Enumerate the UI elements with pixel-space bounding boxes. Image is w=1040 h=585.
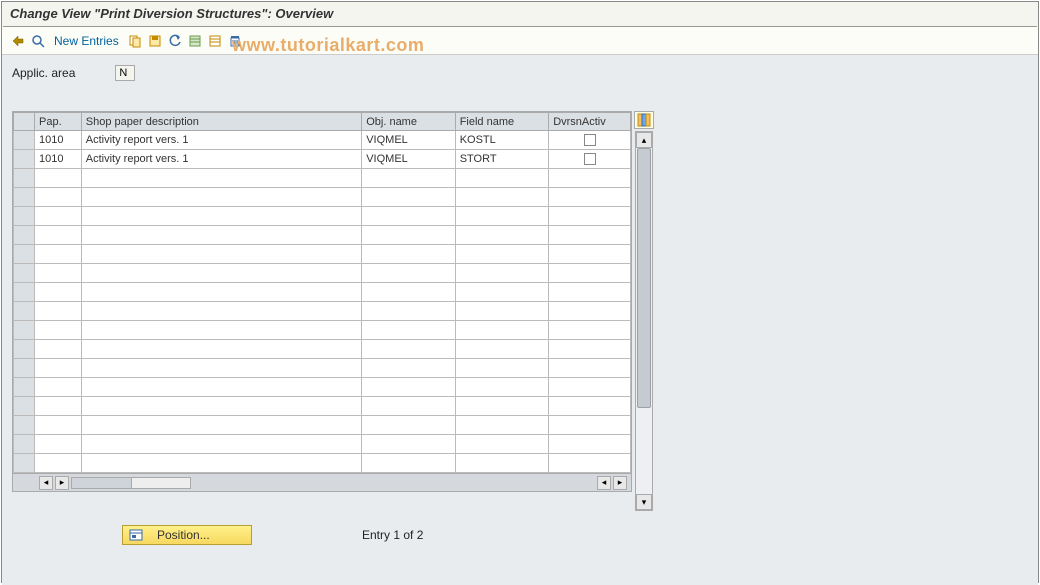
table-row[interactable] [14,169,631,188]
scroll-down-icon[interactable]: ▾ [636,494,652,510]
row-selector[interactable] [14,435,35,454]
row-selector[interactable] [14,359,35,378]
page-title: Change View "Print Diversion Structures"… [2,2,1038,25]
col-obj[interactable]: Obj. name [362,113,455,131]
row-selector[interactable] [14,283,35,302]
row-selector[interactable] [14,131,35,150]
applic-area-input[interactable] [115,65,135,81]
row-selector[interactable] [14,454,35,473]
table-row[interactable] [14,245,631,264]
row-selector[interactable] [14,321,35,340]
col-desc[interactable]: Shop paper description [81,113,361,131]
undo-icon[interactable] [167,33,183,49]
table-row[interactable] [14,416,631,435]
scroll-right-icon[interactable]: ◂ [597,476,611,490]
toggle-icon[interactable] [10,33,26,49]
select-all-icon[interactable] [187,33,203,49]
table-row[interactable] [14,340,631,359]
table-row[interactable] [14,397,631,416]
row-selector[interactable] [14,340,35,359]
row-selector[interactable] [14,378,35,397]
new-entries-link[interactable]: New Entries [54,34,119,48]
cell-obj[interactable]: VIQMEL [362,150,455,169]
applic-area-label: Applic. area [12,66,75,80]
table-row[interactable] [14,321,631,340]
table-row[interactable] [14,188,631,207]
col-field[interactable]: Field name [455,113,548,131]
row-selector[interactable] [14,245,35,264]
row-selector[interactable] [14,226,35,245]
position-button[interactable]: Position... [122,525,252,545]
col-rownum[interactable] [14,113,35,131]
cell-field[interactable]: KOSTL [455,131,548,150]
entry-counter: Entry 1 of 2 [362,528,423,542]
table-row[interactable] [14,264,631,283]
cell-obj[interactable]: VIQMEL [362,131,455,150]
cell-pap[interactable]: 1010 [35,150,82,169]
table-row[interactable] [14,454,631,473]
find-icon[interactable] [30,33,46,49]
cell-pap[interactable]: 1010 [35,131,82,150]
row-selector[interactable] [14,264,35,283]
applic-area-row: Applic. area [12,65,1028,81]
scroll-first-icon[interactable]: ◂ [39,476,53,490]
table-row[interactable] [14,435,631,454]
vertical-scroll[interactable]: ▴ ▾ [635,131,653,511]
table-row[interactable] [14,302,631,321]
table-row[interactable]: 1010Activity report vers. 1VIQMELSTORT [14,150,631,169]
row-selector[interactable] [14,188,35,207]
cell-dvrsn[interactable] [549,131,631,150]
table-row[interactable] [14,378,631,397]
table-row[interactable] [14,226,631,245]
position-label: Position... [157,528,210,542]
toolbar: New Entries [2,27,1038,55]
copy-icon[interactable] [127,33,143,49]
cell-field[interactable]: STORT [455,150,548,169]
dvrsn-checkbox[interactable] [584,153,596,165]
row-selector[interactable] [14,302,35,321]
delete-icon[interactable] [227,33,243,49]
dvrsn-checkbox[interactable] [584,134,596,146]
deselect-all-icon[interactable] [207,33,223,49]
cell-desc[interactable]: Activity report vers. 1 [81,131,361,150]
horizontal-scroll: ◂ ▸ ◂ ▸ [13,473,631,491]
cell-dvrsn[interactable] [549,150,631,169]
table-row[interactable] [14,359,631,378]
scroll-last-icon[interactable]: ▸ [613,476,627,490]
table-row[interactable]: 1010Activity report vers. 1VIQMELKOSTL [14,131,631,150]
save-icon[interactable] [147,33,163,49]
row-selector[interactable] [14,207,35,226]
data-table: Pap. Shop paper description Obj. name Fi… [12,111,632,492]
hscroll-track[interactable] [71,477,191,489]
row-selector[interactable] [14,416,35,435]
row-selector[interactable] [14,150,35,169]
scroll-up-icon[interactable]: ▴ [636,132,652,148]
position-icon [129,528,143,542]
cell-desc[interactable]: Activity report vers. 1 [81,150,361,169]
row-selector[interactable] [14,397,35,416]
col-dvrsn[interactable]: DvrsnActiv [549,113,631,131]
table-row[interactable] [14,283,631,302]
table-settings-icon[interactable] [634,111,654,129]
col-pap[interactable]: Pap. [35,113,82,131]
table-row[interactable] [14,207,631,226]
row-selector[interactable] [14,169,35,188]
scroll-left-icon[interactable]: ▸ [55,476,69,490]
